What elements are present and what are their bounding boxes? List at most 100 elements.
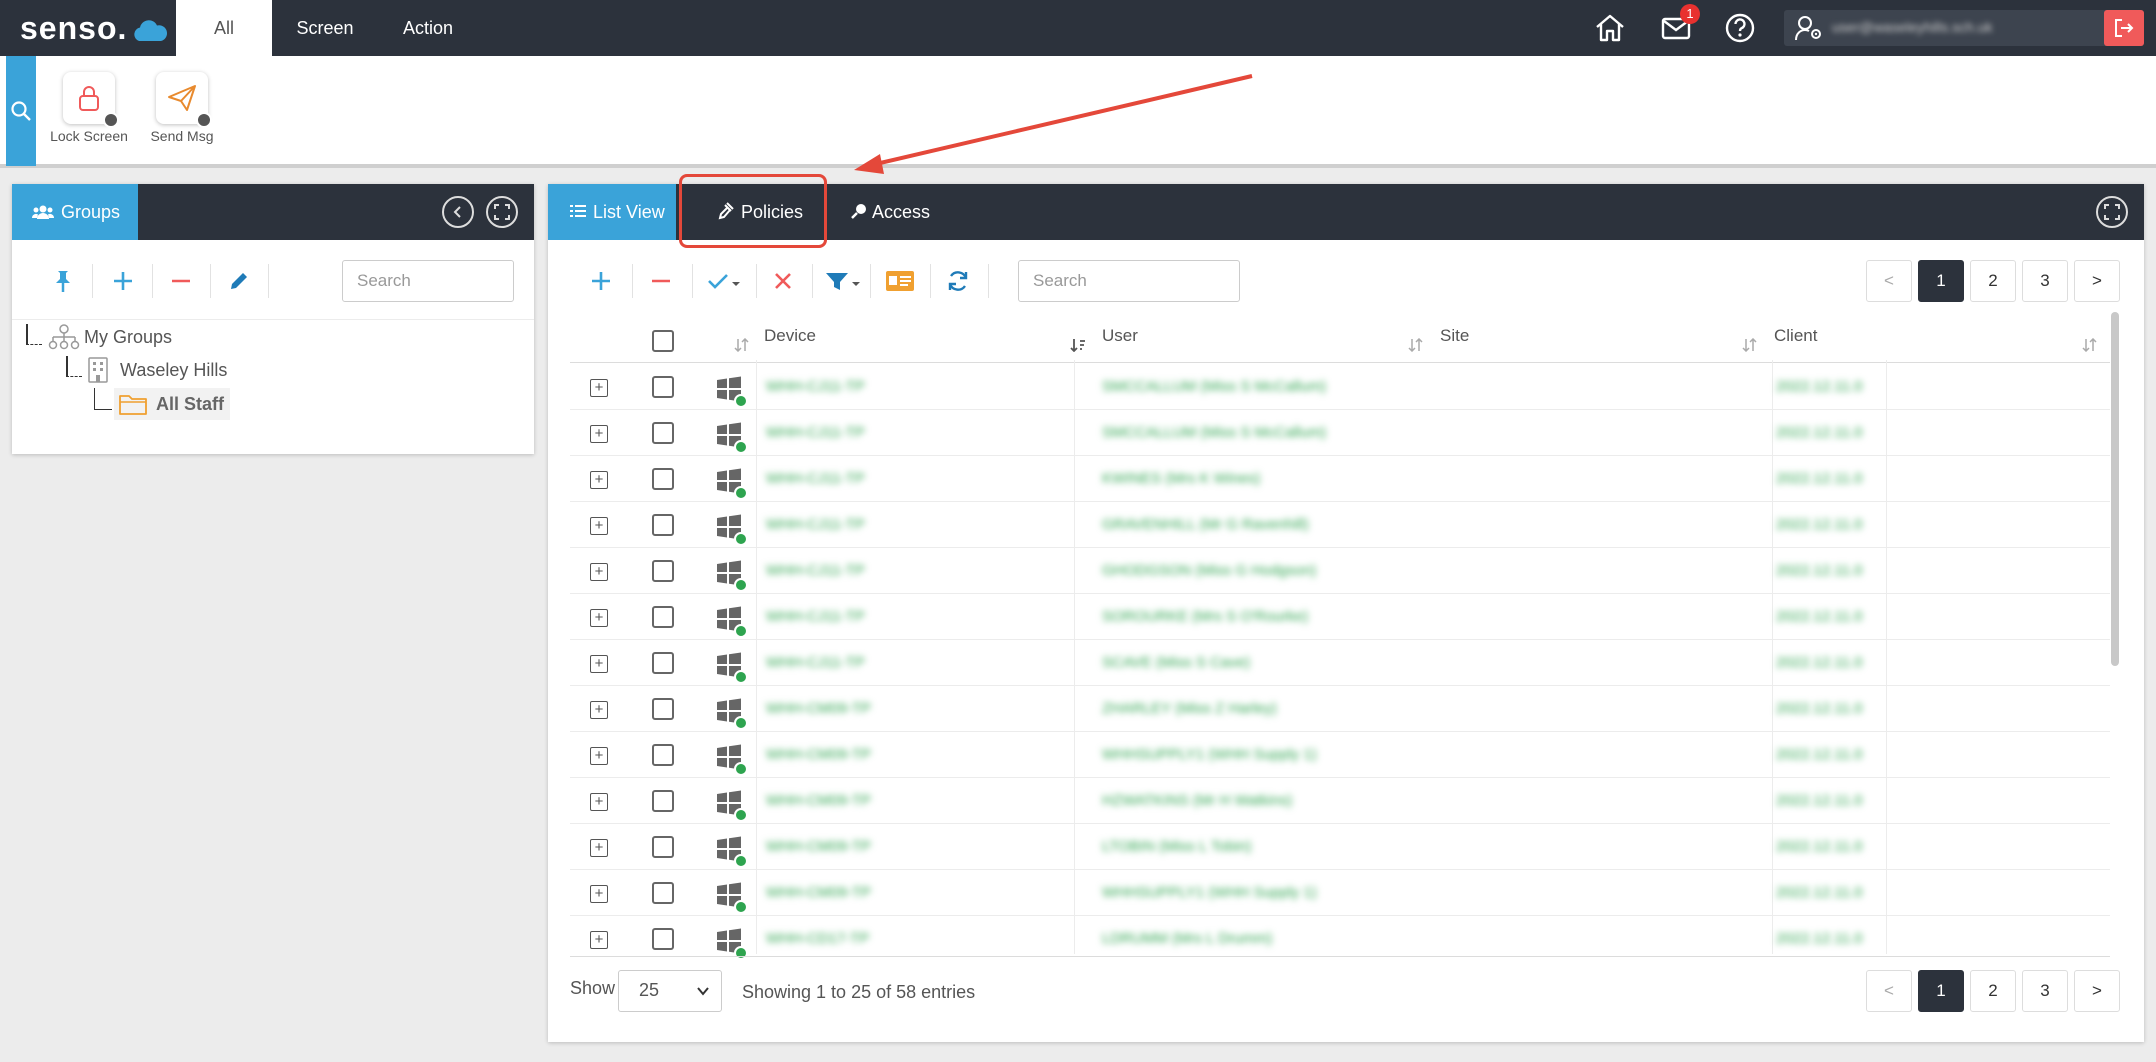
cell-user: GHODGSON (Miss G Hodgson) xyxy=(1102,562,1317,579)
table-row[interactable]: + WHH-CJ11-TP SCAVE (Miss S Cave) 2022.1… xyxy=(570,640,2110,686)
table-row[interactable]: + WHH-CJ11-TP GHODGSON (Miss G Hodgson) … xyxy=(570,548,2110,594)
pagination-page-3[interactable]: 3 xyxy=(2022,260,2068,302)
sort-asc-icon[interactable] xyxy=(1070,338,1086,352)
page-size-select[interactable]: 25 xyxy=(618,970,722,1012)
row-expand-button[interactable]: + xyxy=(590,701,608,719)
pagination-next[interactable]: > xyxy=(2074,260,2120,302)
column-header-client[interactable]: Client xyxy=(1774,326,1817,346)
row-expand-button[interactable]: + xyxy=(590,747,608,765)
toolbar-divider xyxy=(210,264,211,298)
select-dropdown-button[interactable] xyxy=(702,264,750,298)
tree-item-waseley-hills[interactable]: Waseley Hills xyxy=(86,356,227,384)
table-row[interactable]: + WHH-CD17-TP LDRUMM (Mrs L Drumm) 2022.… xyxy=(570,916,2110,960)
row-expand-button[interactable]: + xyxy=(590,471,608,489)
column-header-device[interactable]: Device xyxy=(764,326,816,346)
row-expand-button[interactable]: + xyxy=(590,885,608,903)
device-search-input[interactable] xyxy=(1018,260,1240,302)
column-header-site[interactable]: Site xyxy=(1440,326,1469,346)
tree-item-all-staff[interactable]: All Staff xyxy=(114,388,231,420)
row-expand-button[interactable]: + xyxy=(590,931,608,949)
sort-icon[interactable] xyxy=(1742,338,1758,352)
row-expand-button[interactable]: + xyxy=(590,839,608,857)
remove-group-button[interactable] xyxy=(166,264,196,298)
row-checkbox[interactable] xyxy=(652,422,674,444)
row-expand-button[interactable]: + xyxy=(590,655,608,673)
nav-tab-action[interactable]: Action xyxy=(380,0,476,56)
groups-search-input[interactable] xyxy=(342,260,514,302)
table-row[interactable]: + WHH-CM09-TP LTOBIN (Miss L Tobin) 2022… xyxy=(570,824,2110,870)
table-row[interactable]: + WHH-CJ11-TP SMCCALLUM (Miss S McCallum… xyxy=(570,410,2110,456)
table-row[interactable]: + WHH-CM09-TP WHHSUPPLY1 (WHH Supply 1) … xyxy=(570,870,2110,916)
row-expand-button[interactable]: + xyxy=(590,793,608,811)
pagination-page-2[interactable]: 2 xyxy=(1970,970,2016,1012)
expand-button[interactable] xyxy=(486,196,518,228)
id-card-button[interactable] xyxy=(882,264,918,298)
pin-button[interactable] xyxy=(48,264,78,298)
collapse-button[interactable] xyxy=(442,196,474,228)
tab-access[interactable]: Access xyxy=(850,184,948,240)
refresh-button[interactable] xyxy=(942,264,974,298)
row-checkbox[interactable] xyxy=(652,606,674,628)
table-scrollbar[interactable] xyxy=(2108,304,2122,954)
pagination-prev[interactable]: < xyxy=(1866,970,1912,1012)
row-expand-button[interactable]: + xyxy=(590,517,608,535)
send-msg-button[interactable]: Send Msg xyxy=(137,72,227,144)
row-expand-button[interactable]: + xyxy=(590,379,608,397)
user-menu[interactable]: user@waseleyhills.sch.uk xyxy=(1784,10,2144,46)
send-msg-label: Send Msg xyxy=(150,128,214,144)
help-icon[interactable] xyxy=(1722,10,1758,46)
pagination-page-1[interactable]: 1 xyxy=(1918,970,1964,1012)
table-row[interactable]: + WHH-CJ11-TP SMCCALLUM (Miss S McCallum… xyxy=(570,364,2110,410)
pagination-page-1[interactable]: 1 xyxy=(1918,260,1964,302)
add-device-button[interactable] xyxy=(586,264,616,298)
row-checkbox[interactable] xyxy=(652,698,674,720)
row-checkbox[interactable] xyxy=(652,744,674,766)
remove-device-button[interactable] xyxy=(646,264,676,298)
senso-logo[interactable]: senso. xyxy=(20,6,169,50)
clear-button[interactable] xyxy=(768,264,798,298)
row-checkbox[interactable] xyxy=(652,836,674,858)
add-group-button[interactable] xyxy=(108,264,138,298)
table-row[interactable]: + WHH-CM09-TP WHHSUPPLY1 (WHH Supply 1) … xyxy=(570,732,2110,778)
lock-screen-button[interactable]: Lock Screen xyxy=(44,72,134,144)
table-row[interactable]: + WHH-CJ11-TP SOROURKE (Mrs S O'Rourke) … xyxy=(570,594,2110,640)
table-row[interactable]: + WHH-CJ11-TP KWINES (Mrs K Wines) 2022.… xyxy=(570,456,2110,502)
row-checkbox[interactable] xyxy=(652,560,674,582)
column-header-user[interactable]: User xyxy=(1102,326,1138,346)
expand-button[interactable] xyxy=(2096,196,2128,228)
pagination-next[interactable]: > xyxy=(2074,970,2120,1012)
table-row[interactable]: + WHH-CM09-TP HZWATKINS (Mr H Watkins) 2… xyxy=(570,778,2110,824)
sort-icon[interactable] xyxy=(2082,338,2098,352)
tab-groups[interactable]: Groups xyxy=(12,184,138,240)
table-row[interactable]: + WHH-CJ11-TP GRAVENHILL (Mr G Ravenhill… xyxy=(570,502,2110,548)
row-expand-button[interactable]: + xyxy=(590,563,608,581)
pagination-page-2[interactable]: 2 xyxy=(1970,260,2016,302)
logout-button[interactable] xyxy=(2104,10,2144,46)
scrollbar-thumb[interactable] xyxy=(2111,312,2119,666)
action-search-button[interactable] xyxy=(6,56,36,166)
row-checkbox[interactable] xyxy=(652,514,674,536)
tab-list-view[interactable]: List View xyxy=(548,184,676,240)
row-checkbox[interactable] xyxy=(652,928,674,950)
select-all-checkbox[interactable] xyxy=(652,330,674,352)
cell-device: WHH-CM09-TP xyxy=(766,746,871,763)
row-expand-button[interactable]: + xyxy=(590,425,608,443)
pagination-prev[interactable]: < xyxy=(1866,260,1912,302)
tree-item-my-groups[interactable]: My Groups xyxy=(48,324,172,350)
edit-group-button[interactable] xyxy=(224,264,254,298)
cell-user: LDRUMM (Mrs L Drumm) xyxy=(1102,930,1273,947)
row-checkbox[interactable] xyxy=(652,882,674,904)
row-expand-button[interactable]: + xyxy=(590,609,608,627)
nav-tab-all[interactable]: All xyxy=(176,0,272,56)
filter-button[interactable] xyxy=(822,264,866,298)
pagination-page-3[interactable]: 3 xyxy=(2022,970,2068,1012)
row-checkbox[interactable] xyxy=(652,376,674,398)
row-checkbox[interactable] xyxy=(652,468,674,490)
sort-icon[interactable] xyxy=(1408,338,1424,352)
table-row[interactable]: + WHH-CM09-TP ZHARLEY (Miss Z Harley) 20… xyxy=(570,686,2110,732)
home-icon[interactable] xyxy=(1592,10,1628,46)
nav-tab-screen[interactable]: Screen xyxy=(280,0,370,56)
row-checkbox[interactable] xyxy=(652,790,674,812)
sort-icon[interactable] xyxy=(734,338,750,352)
row-checkbox[interactable] xyxy=(652,652,674,674)
